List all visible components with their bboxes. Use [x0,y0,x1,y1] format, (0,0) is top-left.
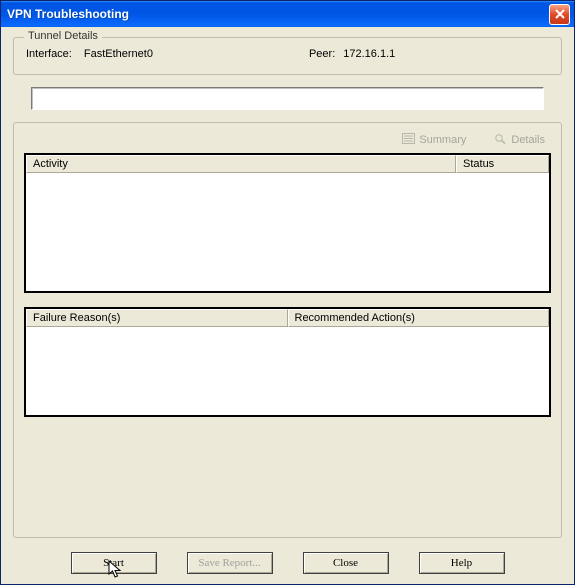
activity-table: Activity Status [24,153,551,293]
interface-label: Interface: [26,48,72,60]
client-area: Tunnel Details Interface: FastEthernet0 … [1,27,574,584]
results-panel: Summary Details Activity Status [13,122,562,538]
activity-table-body [26,173,549,291]
col-status[interactable]: Status [456,155,549,173]
failure-table-header: Failure Reason(s) Recommended Action(s) [26,309,549,327]
help-button[interactable]: Help [419,552,505,574]
peer-label: Peer: [309,48,335,60]
details-tab-label: Details [511,134,545,146]
close-button[interactable]: Close [303,552,389,574]
details-icon [494,133,507,147]
save-report-button[interactable]: Save Report... [187,552,273,574]
summary-icon [402,133,415,147]
vpn-troubleshooting-window: VPN Troubleshooting Tunnel Details Inter… [0,0,575,585]
button-bar: Start Save Report... Close Help [7,552,568,574]
filter-input[interactable] [31,87,544,110]
tunnel-details-group: Tunnel Details Interface: FastEthernet0 … [13,37,562,75]
col-failure-reason[interactable]: Failure Reason(s) [26,309,288,327]
details-tab[interactable]: Details [494,133,545,147]
tunnel-details-legend: Tunnel Details [24,30,102,42]
peer-value: 172.16.1.1 [343,48,395,60]
interface-value: FastEthernet0 [84,48,153,60]
titlebar[interactable]: VPN Troubleshooting [1,1,574,27]
activity-table-header: Activity Status [26,155,549,173]
close-icon[interactable] [549,4,570,25]
col-recommended-action[interactable]: Recommended Action(s) [288,309,550,327]
summary-tab-label: Summary [419,134,466,146]
start-button[interactable]: Start [71,552,157,574]
failure-table-body [26,327,549,415]
window-title: VPN Troubleshooting [7,7,549,21]
failure-table: Failure Reason(s) Recommended Action(s) [24,307,551,417]
summary-tab[interactable]: Summary [402,133,466,147]
view-tabs: Summary Details [24,133,551,153]
col-activity[interactable]: Activity [26,155,456,173]
